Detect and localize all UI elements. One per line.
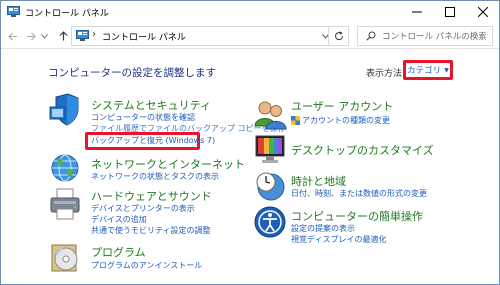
arrow-left-icon <box>8 32 17 40</box>
link-change-account-type[interactable]: アカウントの種類の変更 <box>302 115 390 126</box>
window-title: コントロール パネル <box>25 9 109 19</box>
minimize-icon <box>411 11 422 13</box>
search-box[interactable] <box>357 26 493 46</box>
category-clock-region[interactable]: 時計と地域 <box>291 173 346 189</box>
link-add-device[interactable]: デバイスの追加 <box>91 214 147 225</box>
page-heading: コンピューターの設定を調整します <box>48 67 216 79</box>
view-by-dropdown[interactable]: カテゴリ ▼ <box>403 60 453 80</box>
category-system-security[interactable]: システムとセキュリティ <box>91 97 211 113</box>
category-desktop-customization[interactable]: デスクトップのカスタマイズ <box>291 142 434 158</box>
caret-down-icon: ▼ <box>444 66 449 74</box>
recent-locations-button[interactable] <box>39 28 49 44</box>
category-programs[interactable]: プログラム <box>91 244 146 260</box>
arrow-right-icon <box>27 32 36 40</box>
forward-button[interactable] <box>23 28 39 44</box>
maximize-button[interactable] <box>433 1 466 23</box>
view-by-value[interactable]: カテゴリ <box>407 64 441 76</box>
link-view-devices-printers[interactable]: デバイスとプリンターの表示 <box>91 203 195 214</box>
maximize-icon <box>444 7 455 17</box>
navigation-bar: › コントロール パネル <box>1 23 499 49</box>
desktop-customize-icon[interactable] <box>253 132 287 166</box>
refresh-button[interactable] <box>328 26 349 46</box>
printer-icon[interactable] <box>48 187 82 221</box>
link-backup-restore-windows7[interactable]: バックアップと復元 (Windows 7) <box>91 135 215 146</box>
shield-icon[interactable] <box>48 93 82 127</box>
link-optimize-visual-display[interactable]: 視覚ディスプレイの最適化 <box>291 234 386 245</box>
clock-globe-icon[interactable] <box>253 168 287 202</box>
control-panel-icon <box>76 30 89 41</box>
link-mobility-settings[interactable]: 共通で使うモビリティ設定の調整 <box>91 225 211 236</box>
programs-disc-icon[interactable] <box>48 241 82 275</box>
close-button[interactable] <box>466 1 499 23</box>
breadcrumb-control-panel[interactable]: コントロール パネル <box>102 30 186 43</box>
search-input[interactable] <box>382 30 490 43</box>
category-hardware-sound[interactable]: ハードウェアとサウンド <box>91 188 212 204</box>
back-button[interactable] <box>5 28 21 44</box>
control-panel-icon <box>7 6 20 17</box>
search-icon <box>366 31 376 41</box>
address-bar[interactable]: › コントロール パネル <box>71 26 349 46</box>
link-network-status-tasks[interactable]: ネットワークの状態とタスクの表示 <box>91 171 219 182</box>
close-icon <box>477 7 488 17</box>
category-network-internet[interactable]: ネットワークとインターネット <box>91 156 245 172</box>
view-by-label: 表示方法: <box>366 69 406 79</box>
category-user-accounts[interactable]: ユーザー アカウント <box>291 98 393 114</box>
ease-of-access-icon[interactable] <box>253 205 287 239</box>
network-globe-icon[interactable] <box>48 151 82 185</box>
category-ease-of-access[interactable]: コンピューターの簡単操作 <box>291 208 423 224</box>
arrow-up-icon <box>59 31 67 41</box>
chevron-down-icon <box>40 33 48 39</box>
link-change-date-time-format[interactable]: 日付、時刻、または数値の形式の変更 <box>291 188 427 199</box>
refresh-icon <box>335 31 344 41</box>
user-accounts-icon[interactable] <box>253 98 287 132</box>
link-uninstall-program[interactable]: プログラムのアンインストール <box>91 260 202 271</box>
link-settings-suggestions[interactable]: 設定の提案の表示 <box>291 223 355 234</box>
title-bar: コントロール パネル <box>1 1 499 23</box>
breadcrumb-separator-icon[interactable]: › <box>92 29 96 40</box>
control-panel-window: コントロール パネル › コントロール パネル コントロール パネルの検索 コン… <box>0 0 500 285</box>
minimize-button[interactable] <box>400 1 433 23</box>
up-button[interactable] <box>55 28 71 44</box>
link-check-computer-status[interactable]: コンピューターの状態を確認 <box>91 112 195 123</box>
uac-shield-icon <box>291 116 300 125</box>
